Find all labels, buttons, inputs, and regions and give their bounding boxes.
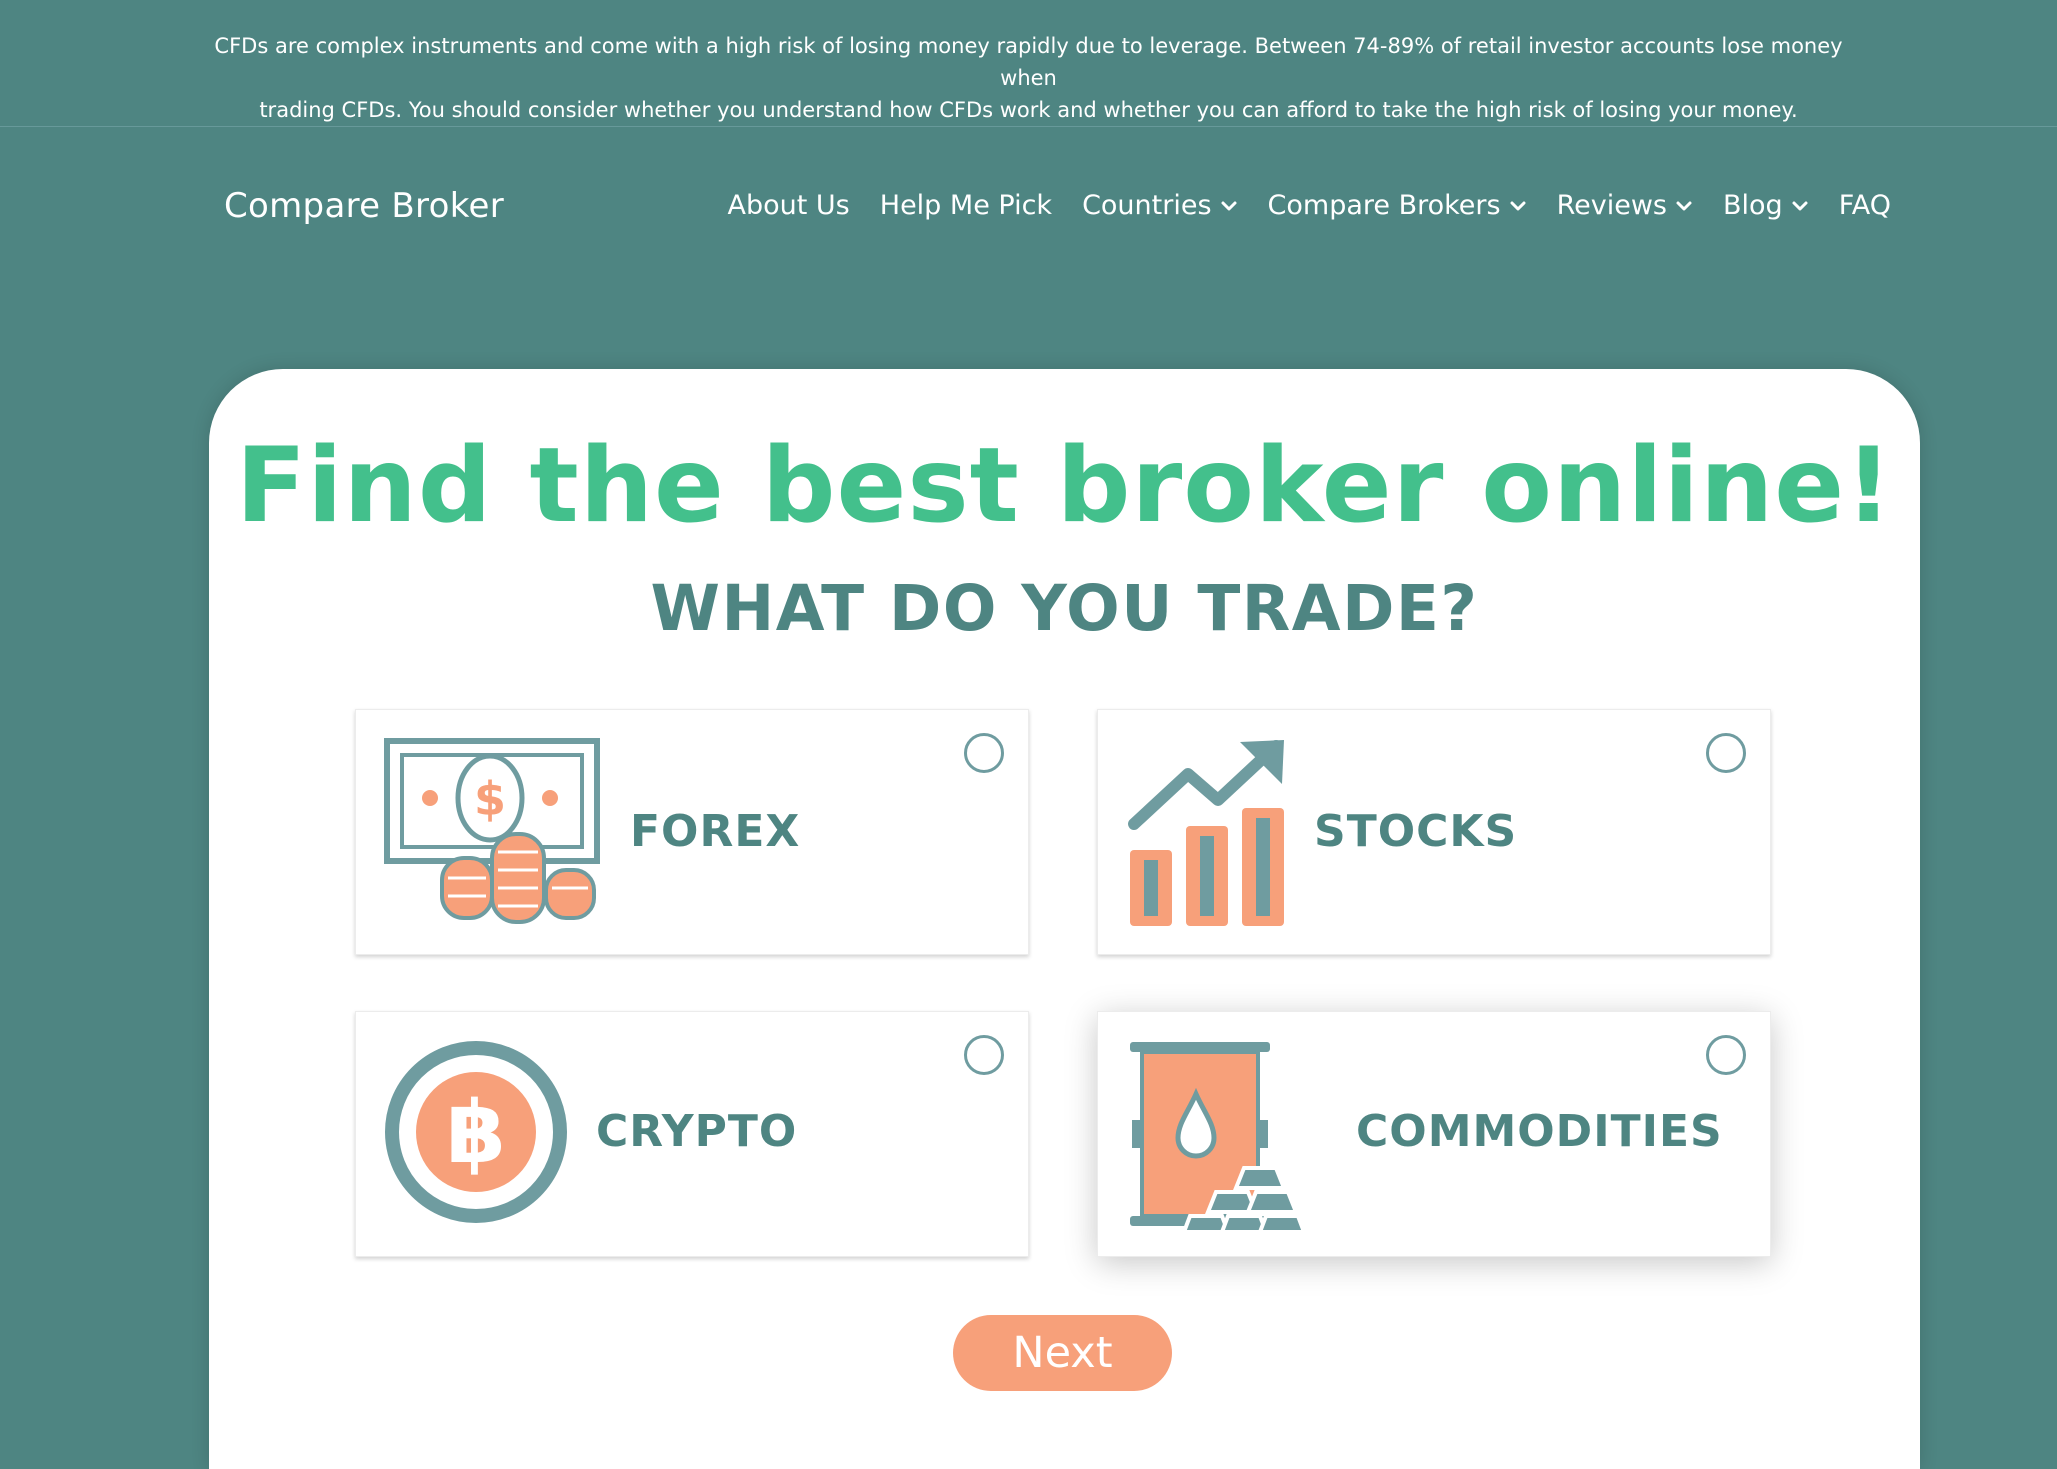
cash-coins-icon: $ (384, 738, 600, 924)
nav-compare-brokers[interactable]: Compare Brokers (1268, 190, 1527, 221)
risk-disclaimer: CFDs are complex instruments and come wi… (0, 0, 2057, 127)
broker-finder-card: Find the best broker online! WHAT DO YOU… (209, 369, 1920, 1469)
disclaimer-line-1: CFDs are complex instruments and come wi… (214, 34, 1843, 90)
chevron-down-icon (1510, 201, 1526, 210)
next-button[interactable]: Next (953, 1315, 1172, 1391)
growth-chart-icon (1128, 740, 1284, 926)
nav-countries[interactable]: Countries (1082, 190, 1237, 221)
radio-forex[interactable] (964, 733, 1004, 773)
chevron-down-icon (1792, 201, 1808, 210)
trade-question: WHAT DO YOU TRADE? (650, 572, 1479, 645)
option-forex[interactable]: $ FOREX (355, 709, 1029, 955)
nav-faq-label: FAQ (1838, 190, 1891, 221)
main-nav: About Us Help Me Pick Countries Compare … (728, 190, 1891, 221)
nav-blog-label: Blog (1723, 190, 1783, 221)
radio-crypto[interactable] (964, 1035, 1004, 1075)
site-logo[interactable]: Compare Broker (224, 186, 504, 226)
nav-about-us[interactable]: About Us (728, 190, 850, 221)
nav-help-me-pick-label: Help Me Pick (879, 190, 1053, 221)
option-label-commodities: COMMODITIES (1356, 1106, 1723, 1157)
nav-compare-brokers-label: Compare Brokers (1267, 190, 1501, 221)
svg-text:฿: ฿ (446, 1083, 506, 1183)
option-commodities[interactable]: COMMODITIES (1097, 1011, 1771, 1257)
oil-barrel-gold-icon (1130, 1042, 1306, 1230)
nav-reviews[interactable]: Reviews (1557, 190, 1693, 221)
nav-blog[interactable]: Blog (1723, 190, 1809, 221)
option-label-crypto: CRYPTO (596, 1106, 798, 1157)
option-stocks[interactable]: STOCKS (1097, 709, 1771, 955)
nav-reviews-label: Reviews (1556, 190, 1667, 221)
chevron-down-icon (1676, 201, 1692, 210)
nav-help-me-pick[interactable]: Help Me Pick (880, 190, 1052, 221)
page-title: Find the best broker online! (235, 426, 1894, 546)
nav-faq[interactable]: FAQ (1839, 190, 1891, 221)
radio-stocks[interactable] (1706, 733, 1746, 773)
svg-text:$: $ (474, 772, 506, 826)
option-label-stocks: STOCKS (1314, 806, 1518, 857)
option-crypto[interactable]: ฿ CRYPTO (355, 1011, 1029, 1257)
option-label-forex: FOREX (630, 806, 801, 857)
nav-about-us-label: About Us (727, 190, 850, 221)
chevron-down-icon (1221, 201, 1237, 210)
disclaimer-line-2: trading CFDs. You should consider whethe… (259, 98, 1798, 122)
bitcoin-icon: ฿ (385, 1041, 567, 1223)
radio-commodities[interactable] (1706, 1035, 1746, 1075)
nav-countries-label: Countries (1082, 190, 1212, 221)
